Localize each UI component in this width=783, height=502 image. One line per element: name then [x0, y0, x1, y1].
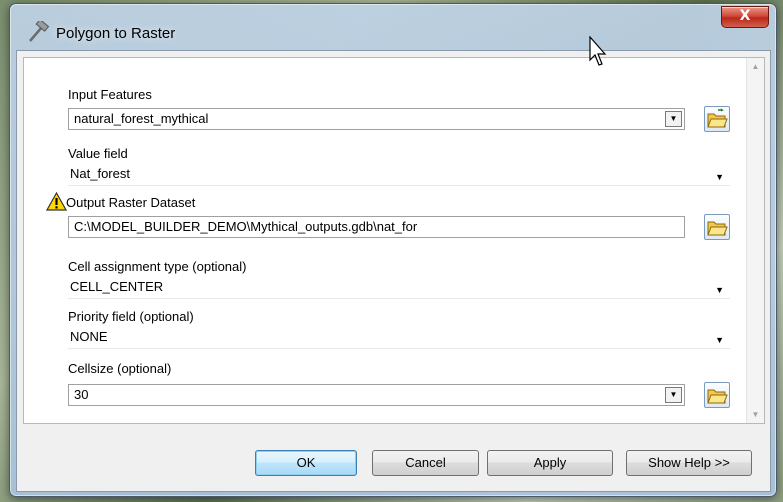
title-bar[interactable]: Polygon to Raster X	[10, 4, 776, 50]
folder-open-icon	[707, 389, 728, 404]
cancel-button[interactable]: Cancel	[372, 450, 479, 476]
folder-open-icon	[707, 221, 728, 236]
cell-assignment-dropdown[interactable]: CELL_CENTER ▼	[68, 277, 730, 299]
output-raster-input[interactable]: C:\MODEL_BUILDER_DEMO\Mythical_outputs.g…	[68, 216, 685, 238]
cellsize-combo[interactable]: 30 ▼	[68, 384, 685, 406]
folder-open-icon	[707, 108, 728, 128]
value-field-dropdown[interactable]: Nat_forest ▼	[68, 164, 730, 186]
cell-assignment-label: Cell assignment type (optional)	[68, 259, 247, 274]
warning-icon	[46, 192, 67, 211]
mouse-pointer-icon	[589, 36, 607, 66]
show-help-button[interactable]: Show Help >>	[626, 450, 752, 476]
cellsize-value: 30	[74, 387, 89, 402]
value-field-value: Nat_forest	[70, 166, 130, 181]
chevron-down-icon: ▼	[715, 285, 724, 295]
input-features-dropdown-button[interactable]: ▼	[665, 111, 682, 127]
window-title: Polygon to Raster	[56, 25, 176, 42]
dialog-window: Polygon to Raster X Input Features natur…	[9, 3, 777, 497]
apply-button[interactable]: Apply	[487, 450, 613, 476]
input-features-browse-button[interactable]	[704, 106, 730, 132]
priority-field-dropdown[interactable]: NONE ▼	[68, 327, 730, 349]
input-features-combo[interactable]: natural_forest_mythical ▼	[68, 108, 685, 130]
chevron-down-icon: ▼	[715, 335, 724, 345]
cellsize-dropdown-button[interactable]: ▼	[665, 387, 682, 403]
parameters-pane: Input Features natural_forest_mythical ▼…	[23, 57, 765, 424]
output-raster-value: C:\MODEL_BUILDER_DEMO\Mythical_outputs.g…	[74, 219, 418, 234]
priority-field-value: NONE	[70, 329, 108, 344]
input-features-value: natural_forest_mythical	[74, 111, 209, 126]
ok-button[interactable]: OK	[255, 450, 357, 476]
chevron-down-icon: ▼	[715, 172, 724, 182]
cell-assignment-value: CELL_CENTER	[70, 279, 164, 294]
close-button[interactable]: X	[721, 6, 769, 28]
scroll-up-icon[interactable]: ▲	[747, 58, 764, 75]
priority-field-label: Priority field (optional)	[68, 309, 194, 324]
hammer-icon	[29, 21, 50, 42]
dialog-client-area: Input Features natural_forest_mythical ▼…	[16, 50, 771, 492]
output-raster-label: Output Raster Dataset	[66, 195, 196, 210]
cellsize-label: Cellsize (optional)	[68, 361, 172, 376]
value-field-label: Value field	[68, 146, 128, 161]
output-raster-browse-button[interactable]	[704, 214, 730, 240]
cellsize-browse-button[interactable]	[704, 382, 730, 408]
input-features-label: Input Features	[68, 87, 152, 102]
vertical-scrollbar[interactable]: ▲ ▼	[746, 58, 764, 423]
scroll-down-icon[interactable]: ▼	[747, 406, 764, 423]
